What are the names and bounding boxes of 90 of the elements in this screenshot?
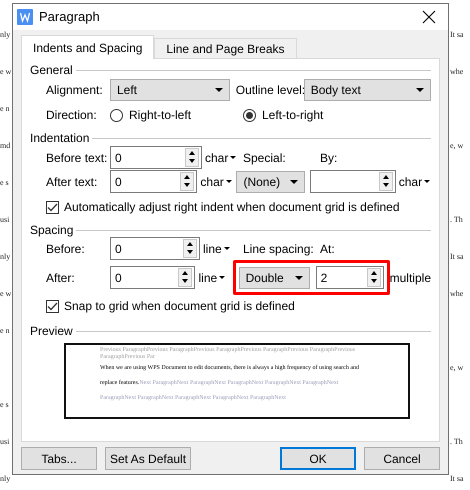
dropdown[interactable]: (None) — [236, 170, 305, 192]
spin-field[interactable]: 0 — [110, 170, 198, 193]
radio-button[interactable] — [243, 108, 256, 122]
field-label: Before: — [46, 240, 86, 258]
dialog-button[interactable]: Tabs... — [21, 447, 97, 470]
radio-label: Right-to-left — [129, 107, 192, 124]
dropdown[interactable]: Double — [238, 266, 310, 288]
document-text: It sa — [450, 474, 464, 482]
up-arrow-icon — [186, 149, 198, 157]
spin-arrows[interactable] — [183, 239, 197, 258]
document-text: . Th — [450, 436, 463, 446]
document-text: e, w — [450, 362, 464, 372]
section-heading: Spacing — [30, 223, 74, 237]
checkbox-label: Snap to grid when document grid is defined — [64, 298, 295, 315]
field-label: Outline level: — [236, 82, 304, 99]
spin-arrows[interactable] — [366, 268, 381, 287]
caret-icon — [224, 247, 230, 250]
caret-icon — [214, 88, 223, 92]
spin-field[interactable]: 2 — [316, 266, 384, 289]
document-text: . Th — [450, 214, 463, 224]
unit-dropdown[interactable]: char — [398, 172, 432, 190]
caret-icon — [226, 180, 232, 183]
document-text: It sa — [450, 30, 464, 38]
dialog-button[interactable]: Cancel — [364, 447, 440, 470]
document-text: e s — [0, 400, 9, 408]
spin-field[interactable]: 0 — [110, 266, 196, 289]
caret-icon — [219, 276, 226, 279]
field-label: Direction: — [46, 107, 98, 124]
spin-arrows[interactable] — [378, 172, 393, 191]
field-label: By: — [320, 150, 338, 166]
field-label: At: — [320, 240, 336, 258]
unit-dropdown[interactable]: line — [203, 240, 243, 258]
document-text: It sa — [450, 252, 464, 260]
document-text: whe — [450, 288, 464, 298]
spin-arrows[interactable] — [180, 172, 194, 191]
document-text: nly — [0, 252, 10, 260]
dialog-button[interactable]: Set As Default — [105, 447, 192, 470]
document-text: md — [0, 140, 10, 150]
checkbox-label: Automatically adjust right indent when document grid is defined — [64, 199, 400, 216]
field-label: Line spacing: — [243, 240, 315, 258]
spin-field[interactable]: 0 — [110, 237, 200, 260]
check-icon — [47, 202, 58, 212]
document-text: usi — [0, 214, 10, 224]
document-text: e w — [0, 66, 12, 76]
checkbox[interactable] — [46, 200, 59, 214]
field-label: After text: — [46, 174, 98, 190]
document-text: e n — [0, 326, 10, 334]
spin-field[interactable] — [310, 170, 396, 193]
dialog-button[interactable]: OK — [280, 447, 356, 470]
document-text: e n — [0, 104, 10, 112]
window-title: Paragraph — [39, 8, 101, 26]
radio-button[interactable] — [110, 108, 123, 122]
field-label: After: — [46, 270, 76, 286]
app-logo-icon — [17, 9, 33, 25]
document-text: nly — [0, 474, 10, 482]
document-text: e, w — [450, 140, 464, 150]
check-icon — [47, 302, 58, 310]
field-label: Alignment: — [46, 82, 104, 99]
document-text: whe — [450, 66, 464, 76]
close-icon[interactable] — [422, 10, 436, 24]
caret-icon — [416, 88, 424, 92]
section-heading: Indentation — [30, 131, 90, 145]
unit-dropdown[interactable]: char — [205, 148, 243, 166]
spin-arrows[interactable] — [178, 268, 192, 287]
caret-icon — [294, 276, 303, 280]
section-heading: Preview — [30, 324, 73, 338]
checkbox[interactable] — [46, 300, 59, 312]
down-arrow-icon — [184, 248, 196, 256]
field-label: Before text: — [46, 150, 108, 166]
field-label: Special: — [243, 150, 287, 166]
document-text: e s — [0, 178, 9, 186]
up-arrow-icon — [184, 240, 196, 248]
dropdown[interactable]: Left — [110, 79, 230, 101]
unit-label: multiple — [390, 270, 431, 286]
dropdown[interactable]: Body text — [304, 79, 431, 101]
radio-label: Left-to-right — [262, 107, 324, 124]
caret-icon — [424, 180, 430, 183]
document-text: usi — [0, 436, 10, 446]
caret-icon — [230, 156, 236, 159]
tab[interactable]: Line and Page Breaks — [154, 38, 297, 58]
spin-field[interactable]: 0 — [110, 146, 202, 169]
document-text: nly — [0, 30, 10, 38]
unit-dropdown[interactable]: char — [200, 172, 236, 190]
caret-icon — [290, 180, 298, 184]
unit-dropdown[interactable]: line — [198, 268, 233, 286]
section-heading: General — [30, 63, 73, 77]
document-text: e w — [0, 288, 12, 298]
down-arrow-icon — [186, 157, 198, 165]
tab[interactable]: Indents and Spacing — [21, 35, 154, 59]
spin-arrows[interactable] — [185, 148, 199, 167]
